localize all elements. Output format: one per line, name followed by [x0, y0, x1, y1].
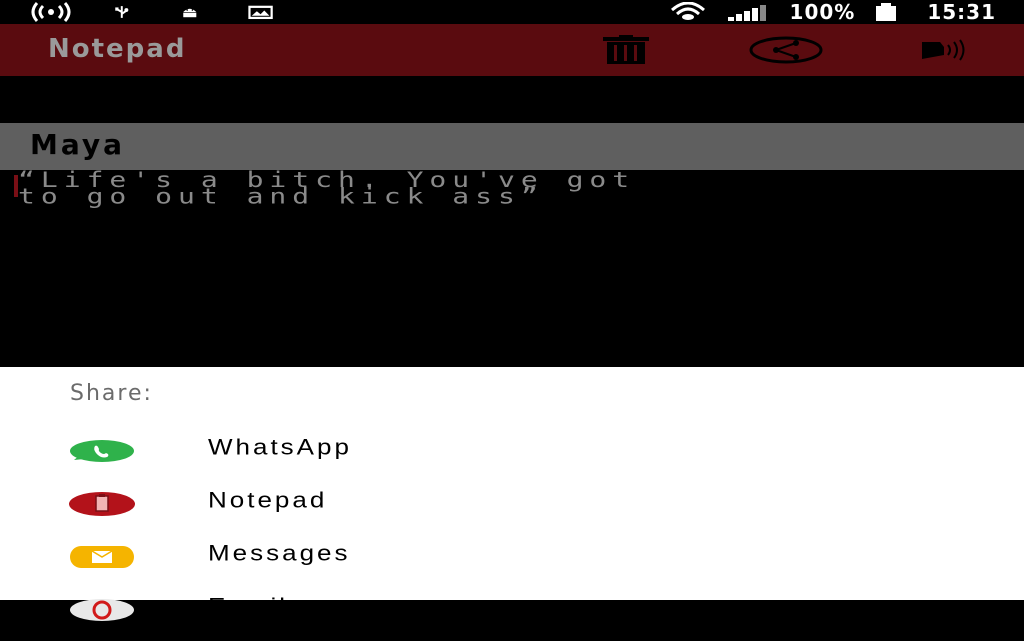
- share-option-label: WhatsApp: [208, 434, 352, 460]
- delete-icon: [603, 35, 649, 64]
- whatsapp-icon: [70, 440, 134, 462]
- share-sheet-title: Share:: [70, 381, 153, 406]
- share-icon: [749, 36, 823, 64]
- note-body[interactable]: “Life's a bitch. You've got to go out an…: [18, 169, 1008, 209]
- notepad-icon: [69, 492, 135, 516]
- note-title[interactable]: Maya: [30, 128, 125, 161]
- android-icon: [183, 8, 197, 18]
- note-title-bar: Maya: [0, 123, 1024, 170]
- status-right: 100% 15:31: [668, 0, 996, 24]
- image-icon: [248, 5, 273, 20]
- clock: 15:31: [927, 0, 996, 24]
- speak-icon: [922, 39, 965, 61]
- status-left-icons: [28, 2, 282, 22]
- share-option-label: Messages: [208, 540, 351, 566]
- delete-button[interactable]: [596, 32, 656, 68]
- messages-icon: [70, 546, 134, 568]
- share-option-label: Notepad: [208, 487, 328, 513]
- share-option-email[interactable]: Email: [0, 593, 1024, 641]
- wifi-icon: [670, 2, 705, 20]
- battery-percent: 100%: [789, 0, 856, 24]
- share-option-label: Email: [208, 593, 289, 619]
- note-line-2: to go out and kick ass”: [18, 184, 544, 209]
- share-option-messages[interactable]: Messages: [0, 540, 1024, 588]
- app-bar: Notepad: [0, 24, 1024, 76]
- speak-button[interactable]: [914, 32, 974, 68]
- app-title: Notepad: [48, 34, 187, 64]
- signal-icon: [727, 5, 766, 21]
- status-bar: 100% 15:31: [0, 0, 1024, 24]
- share-button[interactable]: [746, 32, 826, 68]
- usb-icon: [115, 6, 129, 18]
- share-sheet: Share: WhatsApp Notepad Messages Email: [0, 367, 1024, 621]
- email-icon: [70, 599, 134, 621]
- hotspot-icon: [31, 2, 71, 22]
- share-option-notepad[interactable]: Notepad: [0, 487, 1024, 535]
- battery-icon: [876, 3, 897, 21]
- share-option-whatsapp[interactable]: WhatsApp: [0, 434, 1024, 482]
